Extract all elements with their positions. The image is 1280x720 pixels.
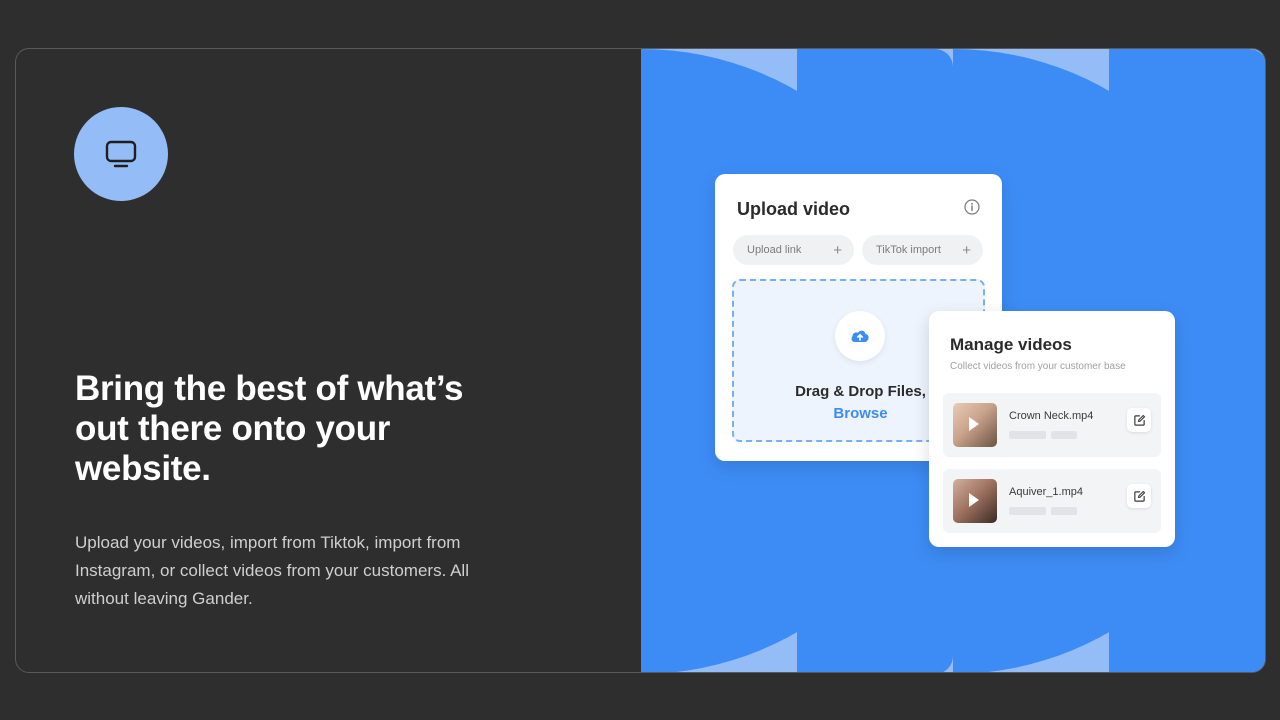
tiktok-import-label: TikTok import <box>876 244 941 256</box>
edit-button[interactable] <box>1127 484 1151 508</box>
video-name: Crown Neck.mp4 <box>1009 410 1094 422</box>
info-icon[interactable] <box>964 199 980 215</box>
feature-text-panel: Bring the best of what’s out there onto … <box>16 49 641 672</box>
video-thumbnail <box>953 403 997 447</box>
headline: Bring the best of what’s out there onto … <box>75 369 464 488</box>
upload-card-title: Upload video <box>737 199 851 219</box>
placeholder-bar <box>1009 507 1046 515</box>
monitor-icon-badge <box>74 107 168 201</box>
manage-videos-card: Manage videos Collect videos from your c… <box>929 311 1175 547</box>
manage-card-title: Manage videos <box>950 335 1072 354</box>
video-list-item[interactable]: Crown Neck.mp4 <box>943 393 1161 457</box>
manage-card-subtitle: Collect videos from your customer base <box>950 361 1126 372</box>
plus-icon: + <box>962 241 971 259</box>
cloud-upload-icon <box>851 330 869 342</box>
edit-icon <box>1133 490 1145 502</box>
edit-button[interactable] <box>1127 408 1151 432</box>
video-list-item[interactable]: Aquiver_1.mp4 <box>943 469 1161 533</box>
description: Upload your videos, import from Tiktok, … <box>75 533 469 608</box>
upload-link-label: Upload link <box>747 244 802 256</box>
edit-icon <box>1133 414 1145 426</box>
placeholder-bar <box>1051 507 1077 515</box>
play-icon <box>969 493 979 507</box>
monitor-icon <box>105 140 137 168</box>
tiktok-import-button[interactable]: TikTok import + <box>862 235 983 265</box>
video-thumbnail <box>953 479 997 523</box>
video-name: Aquiver_1.mp4 <box>1009 486 1083 498</box>
placeholder-bar <box>1009 431 1046 439</box>
play-icon <box>969 417 979 431</box>
cloud-upload-badge <box>835 311 885 361</box>
upload-link-button[interactable]: Upload link + <box>733 235 854 265</box>
placeholder-bar <box>1051 431 1077 439</box>
plus-icon: + <box>833 241 842 259</box>
